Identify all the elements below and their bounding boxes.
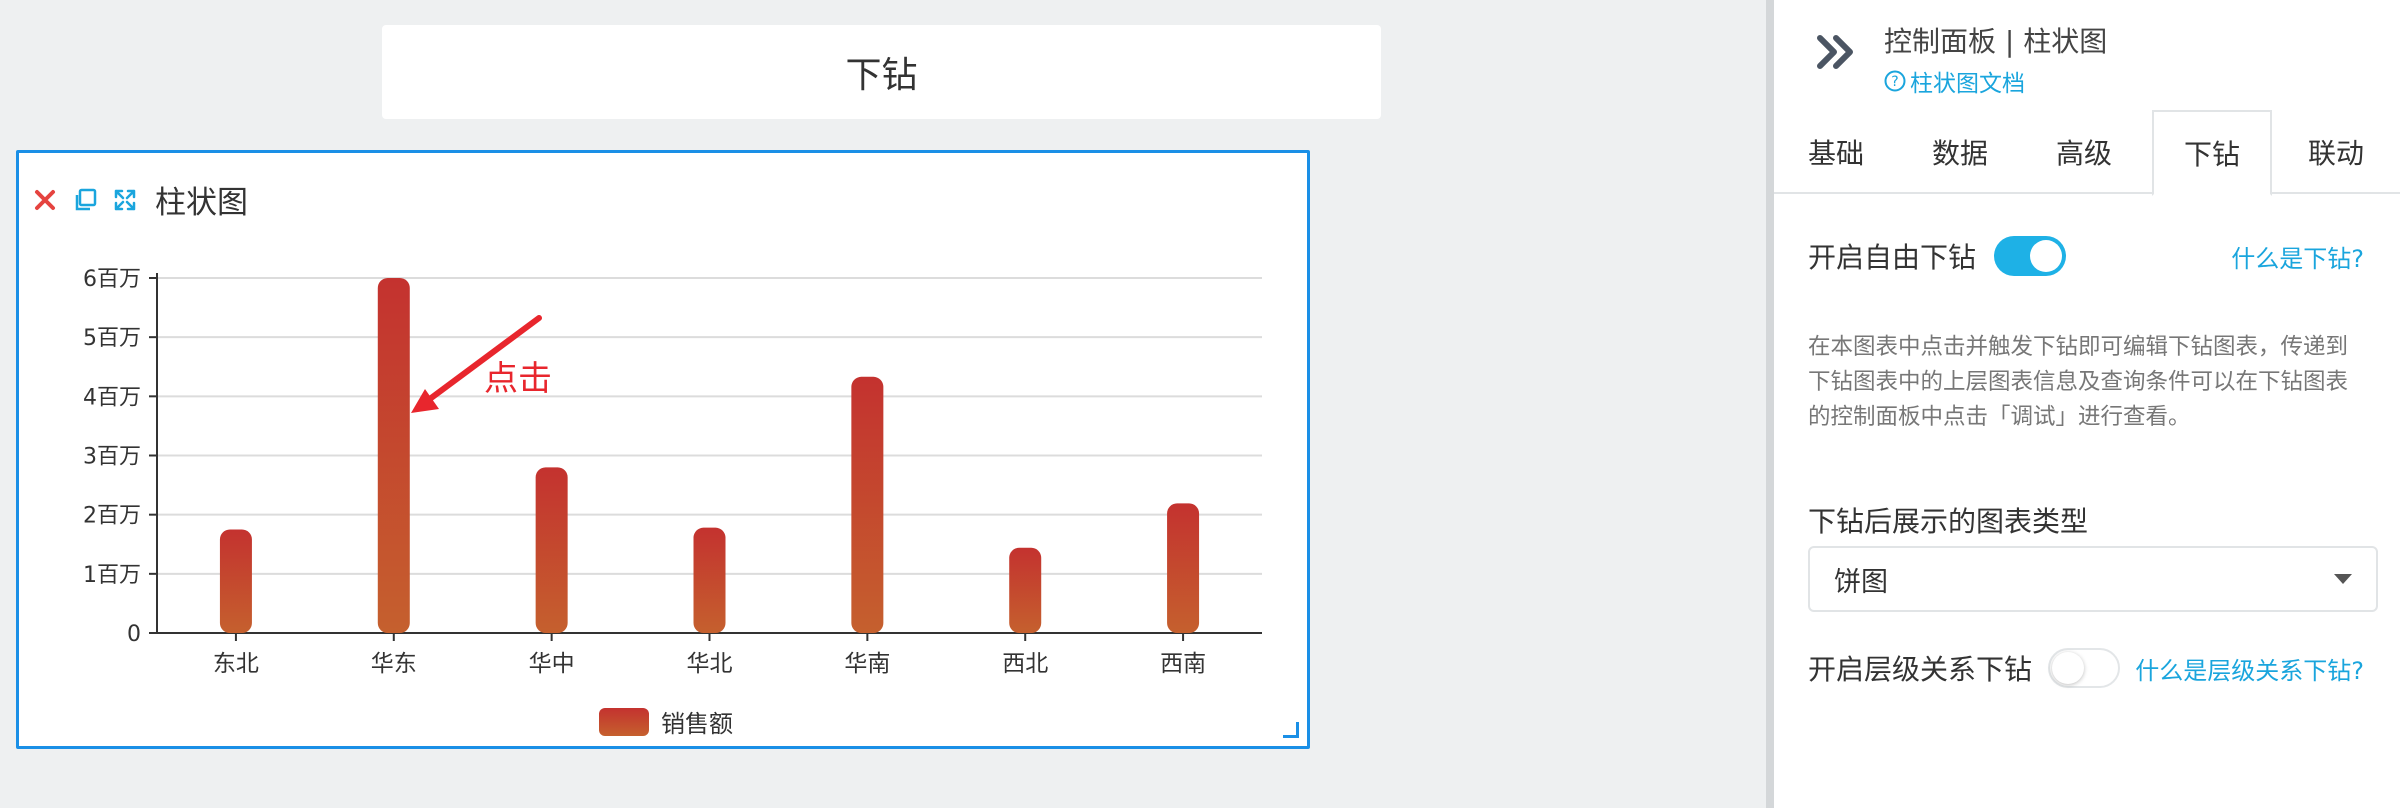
x-tick-label: 华中 [529, 651, 575, 677]
x-tick-label: 华东 [371, 651, 417, 677]
free-drill-row: 开启自由下钻 什么是下钻? [1808, 236, 2364, 276]
free-drill-toggle[interactable] [1994, 236, 2067, 276]
legend-swatch [599, 707, 649, 736]
chart-widget-header: 柱状图 [31, 177, 248, 222]
what-is-drill-link[interactable]: 什么是下钻? [2231, 239, 2364, 274]
help-circle-icon: ? [1884, 70, 1906, 92]
free-drill-label: 开启自由下钻 [1808, 241, 1977, 274]
tab-label: 联动 [2307, 137, 2364, 170]
tab-advanced[interactable]: 高级 [2022, 110, 2146, 194]
caret-down-icon [2334, 574, 2352, 584]
double-chevron-right-icon[interactable] [1814, 30, 1858, 78]
bar[interactable] [219, 529, 252, 633]
chart-type-value: 饼图 [1834, 566, 1888, 598]
drill-description: 在本图表中点击并触发下钻即可编辑下钻图表，传递到下钻图表中的上层图表信息及查询条… [1808, 334, 2349, 430]
bar[interactable] [851, 376, 884, 633]
chart-legend[interactable]: 销售额 [599, 704, 733, 739]
x-tick-label: 西南 [1160, 651, 1206, 677]
chart-widget[interactable]: 0 1百万 2百万 3百万 4百万 5百万 6百万 东北 华东 华中 华北 华南 西北 西南 点击 柱状图 … [16, 150, 1310, 749]
y-tick-label: 0 [127, 622, 141, 647]
tab-label: 高级 [2055, 137, 2112, 170]
bar[interactable] [1167, 503, 1200, 633]
bar[interactable] [1009, 547, 1042, 633]
copy-icon[interactable] [71, 186, 99, 214]
page-title-card[interactable]: 下钻 [382, 25, 1381, 119]
tab-label: 下钻 [2183, 138, 2240, 171]
annotation-label: 点击 [484, 359, 552, 399]
hier-drill-toggle[interactable] [2048, 648, 2121, 688]
x-tick-label: 西北 [1002, 651, 1048, 677]
x-tick-label: 华北 [687, 651, 733, 677]
y-tick-label: 4百万 [83, 385, 141, 410]
what-is-hier-drill-link[interactable]: 什么是层级关系下钻? [2135, 651, 2364, 686]
chart-type-select[interactable]: 饼图 [1808, 546, 2378, 612]
y-tick-label: 1百万 [83, 563, 141, 588]
panel-divider[interactable] [1766, 0, 1774, 808]
x-tick-label: 东北 [213, 651, 259, 677]
chart-type-label: 下钻后展示的图表类型 [1808, 505, 2089, 538]
y-tick-label: 2百万 [83, 504, 141, 529]
control-panel: 控制面板 | 柱状图 ? 柱状图文档 基础 数据 高级 下钻 联动 开启自由下钻… [1774, 0, 2400, 808]
bar[interactable] [535, 467, 568, 633]
resize-handle[interactable] [1283, 722, 1299, 738]
dashboard-canvas: 下钻 0 1百万 2百万 3百万 4百万 5百万 6百万东北 华东 华中 华北 华南 西北 西南 点击 柱… [0, 0, 1766, 808]
hier-drill-label: 开启层级关系下钻 [1808, 653, 2033, 686]
bar-chart[interactable]: 0 1百万 2百万 3百万 4百万 5百万 6百万东北 华东 华中 华北 华南 西北 西南 点击 [19, 153, 1313, 752]
tab-data[interactable]: 数据 [1898, 110, 2022, 194]
panel-title: 控制面板 | 柱状图 [1884, 25, 2108, 58]
bar[interactable] [693, 527, 726, 633]
tab-linkage[interactable]: 联动 [2272, 110, 2400, 194]
tab-label: 数据 [1931, 137, 1988, 170]
chart-title: 柱状图 [155, 185, 248, 221]
chart-doc-link[interactable]: ? 柱状图文档 [1884, 64, 2025, 98]
panel-header: 控制面板 | 柱状图 ? 柱状图文档 [1774, 0, 2400, 110]
hier-drill-row: 开启层级关系下钻 什么是层级关系下钻? [1808, 648, 2364, 688]
toggle-knob [2052, 652, 2085, 684]
chart-doc-link-label: 柱状图文档 [1910, 71, 2025, 97]
toggle-knob [2030, 240, 2063, 272]
expand-icon[interactable] [111, 186, 139, 214]
svg-text:?: ? [1891, 74, 1898, 90]
y-tick-label: 3百万 [83, 445, 141, 470]
page-title: 下钻 [845, 55, 918, 96]
tab-label: 基础 [1807, 137, 1864, 170]
y-tick-label: 5百万 [83, 326, 141, 351]
y-tick-label: 6百万 [83, 267, 141, 292]
bar[interactable] [377, 278, 410, 633]
tab-drilldown[interactable]: 下钻 [2152, 110, 2272, 196]
x-tick-label: 华南 [844, 651, 890, 677]
tab-basic[interactable]: 基础 [1774, 110, 1898, 194]
panel-tabs: 基础 数据 高级 下钻 联动 [1774, 110, 2400, 196]
legend-label: 销售额 [661, 710, 733, 738]
close-icon[interactable] [31, 186, 59, 214]
